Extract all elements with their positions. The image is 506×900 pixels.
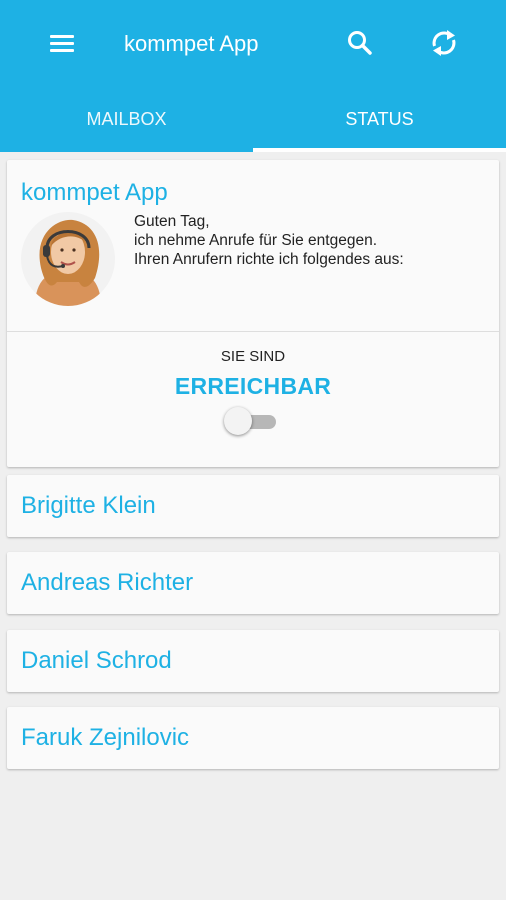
tab-status[interactable]: STATUS	[253, 86, 506, 152]
availability-toggle[interactable]	[224, 407, 282, 435]
status-label: SIE SIND	[220, 348, 286, 365]
tab-mailbox[interactable]: MAILBOX	[0, 86, 253, 152]
search-icon[interactable]	[342, 25, 378, 61]
refresh-icon[interactable]	[426, 25, 462, 61]
profile-card: kommpet App Guten Tag, ich nehme Anrufe …	[7, 160, 499, 467]
contact-item[interactable]: Daniel Schrod	[7, 630, 499, 692]
toggle-thumb	[224, 407, 252, 435]
contact-item[interactable]: Brigitte Klein	[7, 475, 499, 537]
contact-name: Andreas Richter	[21, 569, 194, 596]
contact-name: Faruk Zejnilovic	[21, 724, 190, 751]
profile-title: kommpet App	[21, 179, 168, 206]
greeting-line: Guten Tag,	[134, 213, 210, 230]
app-title: kommpet App	[124, 31, 259, 56]
greeting-line: Ihren Anrufern richte ich folgendes aus:	[134, 251, 404, 268]
contact-name: Daniel Schrod	[21, 647, 172, 674]
contact-item[interactable]: Andreas Richter	[7, 552, 499, 614]
app-bar: kommpet App MAILBOX STATUS	[0, 0, 506, 152]
contact-item[interactable]: Faruk Zejnilovic	[7, 707, 499, 769]
greeting-text: Guten Tag, ich nehme Anrufe für Sie entg…	[134, 212, 484, 269]
avatar	[21, 212, 115, 306]
tab-bar: MAILBOX STATUS	[0, 86, 506, 152]
divider	[7, 331, 499, 332]
status-value: ERREICHBAR	[174, 373, 332, 399]
greeting-line: ich nehme Anrufe für Sie entgegen.	[134, 232, 377, 249]
menu-icon[interactable]	[44, 25, 80, 61]
tab-indicator	[253, 148, 506, 152]
contact-name: Brigitte Klein	[21, 492, 156, 519]
toolbar: kommpet App	[0, 0, 506, 86]
